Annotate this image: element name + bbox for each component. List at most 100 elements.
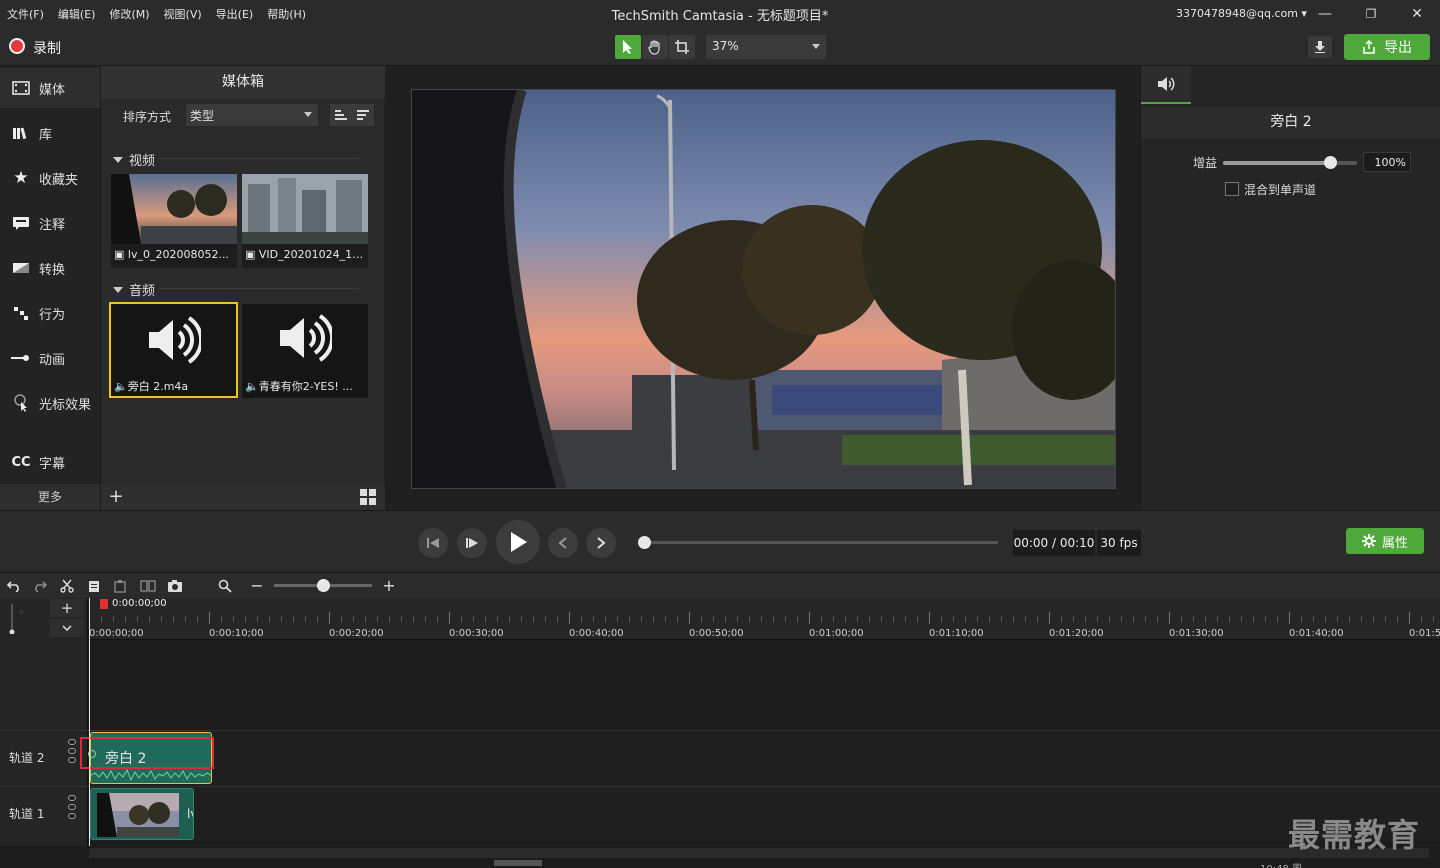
play-button[interactable] — [496, 520, 540, 564]
ruler-minor-tick — [425, 616, 426, 622]
audio-section-header[interactable]: 音频 — [113, 280, 155, 299]
cut-button[interactable] — [58, 577, 76, 595]
sidebar-item-captions[interactable]: CC 字幕 — [0, 442, 100, 482]
grid-icon — [360, 489, 376, 505]
ruler-minor-tick — [785, 616, 786, 622]
split-button[interactable] — [139, 577, 157, 595]
sidebar-item-label: 媒体 — [39, 82, 66, 98]
export-button[interactable]: 导出 — [1344, 34, 1430, 60]
section-title: 视频 — [129, 154, 156, 169]
zoom-dropdown[interactable]: 37% — [706, 35, 826, 59]
menu-file[interactable]: 文件(F) — [0, 6, 51, 22]
add-track-button[interactable]: + — [50, 599, 84, 617]
crop-tool-button[interactable] — [669, 35, 695, 59]
menu-edit[interactable]: 编辑(E) — [51, 6, 103, 22]
ruler-minor-tick — [1241, 616, 1242, 622]
ruler-minor-tick — [965, 616, 966, 622]
share-icon — [1363, 40, 1375, 54]
chevron-down-icon — [304, 112, 312, 117]
zoom-in-button[interactable]: + — [380, 577, 398, 595]
menu-view[interactable]: 视图(V) — [157, 6, 209, 22]
close-button[interactable]: ✕ — [1406, 4, 1428, 24]
ruler-minor-tick — [905, 616, 906, 622]
timeline-ruler[interactable]: 0:00:00;00 0:00:10;00 0:00:20;00 0:00:30;00… — [89, 598, 1440, 640]
media-bin-footer: + — [101, 484, 385, 510]
record-button[interactable]: 录制 — [33, 38, 61, 58]
video-clip[interactable]: lv — [90, 788, 194, 840]
more-button[interactable]: 更多 — [0, 484, 100, 510]
step-forward-button[interactable] — [457, 528, 487, 558]
mono-checkbox[interactable] — [1225, 182, 1239, 196]
sort-ascending-button[interactable] — [330, 104, 352, 126]
minimize-button[interactable]: — — [1314, 4, 1336, 24]
gain-slider-handle[interactable] — [1324, 156, 1338, 169]
previous-marker-button[interactable] — [548, 528, 578, 558]
sidebar-item-behaviors[interactable]: 行为 — [0, 293, 100, 333]
sidebar-item-annotations[interactable]: 注释 — [0, 203, 100, 243]
sidebar-item-favorites[interactable]: ★ 收藏夹 — [0, 158, 100, 198]
link-icon[interactable] — [68, 804, 76, 810]
zoom-out-button[interactable]: − — [248, 577, 266, 595]
timeline-scrollbar[interactable] — [89, 848, 1429, 858]
gear-icon — [1361, 534, 1376, 548]
sidebar-item-library[interactable]: 库 — [0, 113, 100, 153]
media-item-audio-1[interactable]: 🔈旁白 2.m4a — [109, 302, 238, 398]
lock-icon[interactable] — [68, 757, 76, 763]
track-options-button[interactable] — [50, 619, 84, 637]
sort-dropdown[interactable]: 类型 — [186, 104, 318, 126]
menu-modify[interactable]: 修改(M) — [102, 6, 156, 22]
ruler-minor-tick — [473, 616, 474, 622]
step-back-button[interactable] — [418, 528, 448, 558]
ruler-minor-tick — [1229, 616, 1230, 622]
sort-descending-button[interactable] — [352, 104, 374, 126]
lock-icon[interactable] — [68, 813, 76, 819]
zoom-fit-button[interactable] — [216, 577, 234, 595]
track-lane[interactable] — [89, 787, 1440, 841]
eye-icon[interactable] — [68, 795, 76, 801]
sidebar-item-animations[interactable]: 动画 — [0, 338, 100, 378]
media-item-video-1[interactable]: ▣ lv_0_202008052... — [111, 174, 237, 268]
account-menu[interactable]: 3370478948@qq.com ▾ — [1176, 7, 1307, 20]
track-name: 轨道 2 — [9, 751, 45, 765]
restore-button[interactable]: ❐ — [1360, 4, 1382, 24]
scrubber-handle[interactable] — [638, 536, 651, 549]
audio-properties-tab[interactable] — [1141, 66, 1191, 104]
ruler-minor-tick — [437, 616, 438, 622]
add-media-button[interactable]: + — [107, 488, 125, 506]
paste-button[interactable] — [111, 577, 129, 595]
sidebar-item-media[interactable]: 媒体 — [0, 68, 100, 108]
track-2: 轨道 2 — [0, 730, 1440, 785]
eye-icon[interactable] — [68, 739, 76, 745]
media-item-video-2[interactable]: ▣ VID_20201024_17... — [242, 174, 368, 268]
section-title: 音频 — [129, 284, 156, 299]
sort-icon — [357, 110, 369, 120]
sidebar-item-transitions[interactable]: 转换 — [0, 248, 100, 288]
track-lane[interactable] — [89, 731, 1440, 785]
undo-button[interactable] — [5, 577, 23, 595]
media-item-audio-2[interactable]: 🔈青春有你2-YES! ... — [242, 304, 368, 398]
timeline-toolbar: − + — [0, 572, 1440, 598]
playhead-handle[interactable] — [100, 599, 108, 609]
timeline-zoom-handle[interactable] — [317, 579, 330, 592]
menu-export[interactable]: 导出(E) — [209, 6, 261, 22]
ruler-tick-label: 0:00:00;00 — [89, 628, 144, 639]
next-marker-button[interactable] — [586, 528, 616, 558]
track-height-slider[interactable] — [8, 604, 16, 635]
download-button[interactable] — [1308, 36, 1332, 58]
record-icon[interactable] — [9, 38, 25, 54]
hand-tool-button[interactable] — [642, 35, 668, 59]
sidebar-item-cursor-effects[interactable]: 光标效果 — [0, 383, 100, 423]
view-mode-button[interactable] — [353, 488, 381, 506]
video-section-header[interactable]: 视频 — [113, 150, 155, 169]
copy-button[interactable] — [85, 577, 103, 595]
link-icon[interactable] — [68, 748, 76, 754]
properties-button[interactable]: 属性 — [1346, 528, 1424, 554]
gain-input[interactable]: 100% — [1363, 152, 1411, 172]
pointer-tool-button[interactable] — [615, 35, 641, 59]
scrollbar-thumb[interactable] — [494, 860, 542, 866]
menu-help[interactable]: 帮助(H) — [260, 6, 313, 22]
playback-scrubber[interactable] — [644, 541, 998, 544]
redo-button[interactable] — [31, 577, 49, 595]
video-preview-canvas[interactable] — [411, 89, 1116, 489]
snapshot-button[interactable] — [166, 577, 184, 595]
